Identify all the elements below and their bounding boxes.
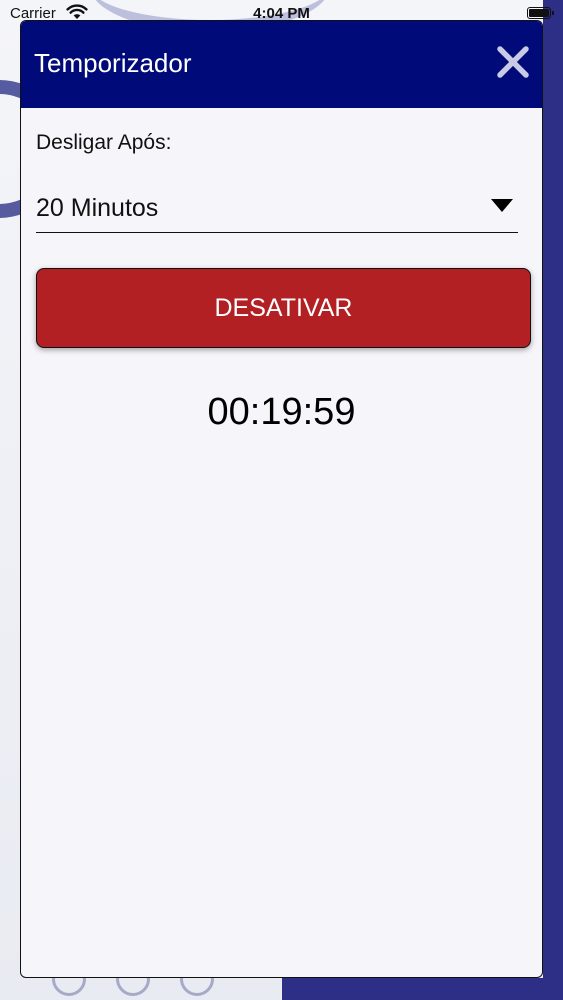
countdown-display: 00:19:59 xyxy=(207,391,356,433)
dialog-title: Temporizador xyxy=(34,48,192,78)
close-icon[interactable] xyxy=(496,45,530,79)
duration-select[interactable]: 20 Minutos xyxy=(36,185,518,233)
status-clock: 4:04 PM xyxy=(253,5,310,22)
chevron-down-icon xyxy=(491,199,513,212)
turn-off-after-label: Desligar Após: xyxy=(36,131,172,154)
dialog-header: Temporizador xyxy=(21,21,542,108)
background-bottom-band xyxy=(282,978,563,1000)
battery-icon xyxy=(527,7,554,19)
timer-dialog: Temporizador Desligar Após: 20 Minutos D… xyxy=(20,20,543,978)
status-bar: Carrier 4:04 PM xyxy=(0,0,563,28)
duration-select-value: 20 Minutos xyxy=(36,194,159,222)
background-side-panel xyxy=(543,0,563,1000)
deactivate-button[interactable]: DESATIVAR xyxy=(36,268,531,348)
